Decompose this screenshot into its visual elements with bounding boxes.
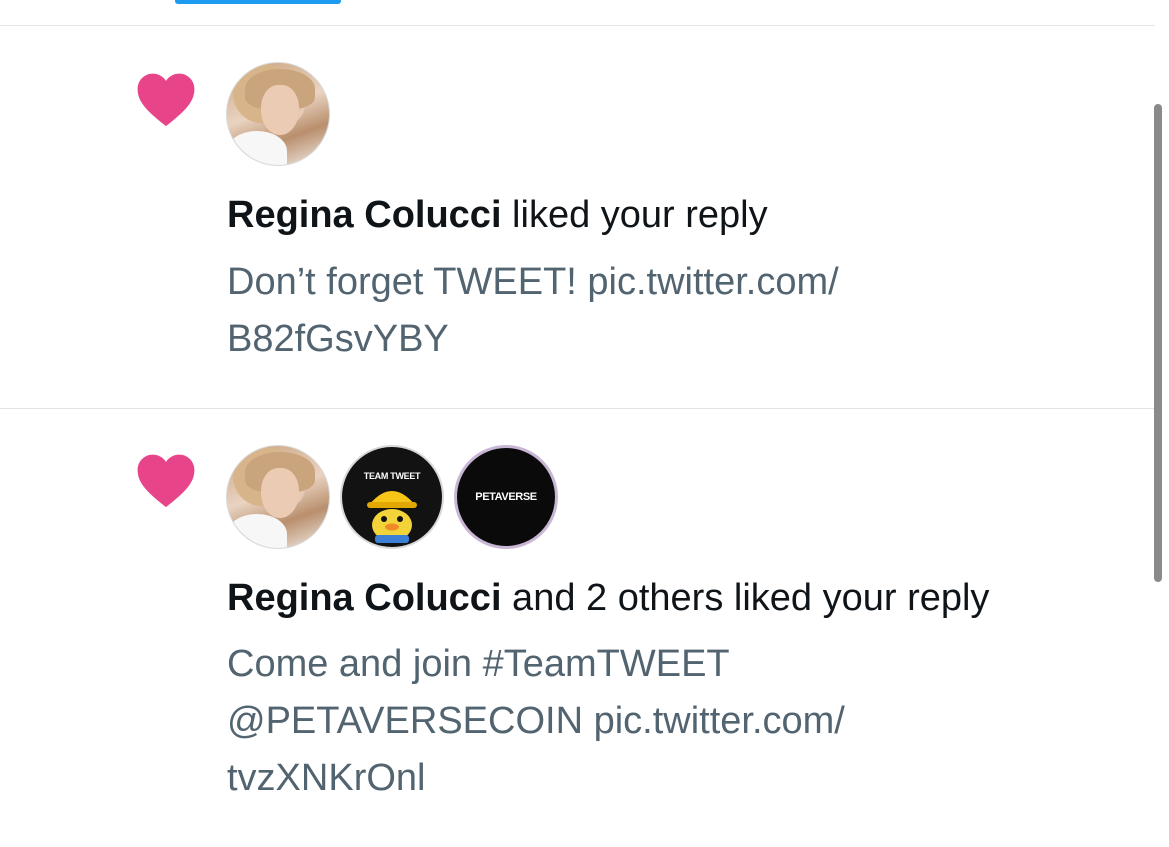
reply-text: Come and join #TeamTWEET @PETAVERSECOIN … bbox=[227, 636, 1127, 807]
regina-colucci-avatar[interactable] bbox=[226, 62, 330, 166]
action-text: and 2 others liked your reply bbox=[501, 577, 990, 619]
action-text: liked your reply bbox=[501, 194, 768, 236]
team-tweet-avatar[interactable]: TEAM TWEET bbox=[340, 445, 444, 549]
reply-text: Don’t forget TWEET! pic.twitter.com/ B82… bbox=[227, 254, 1127, 368]
reply-text-line: tvzXNKrOnl bbox=[227, 757, 426, 799]
notification-headline: Regina Colucci liked your reply bbox=[227, 192, 768, 238]
notification-headline: Regina Colucci and 2 others liked your r… bbox=[227, 575, 989, 621]
reply-text-line: @PETAVERSECOIN pic.twitter.com/ bbox=[227, 700, 845, 742]
petaverse-avatar[interactable]: PETAVERSE bbox=[454, 445, 558, 549]
notifications-page: Regina Colucci liked your reply Don’t fo… bbox=[0, 0, 1169, 847]
notification-item[interactable]: TEAM TWEET PETAVERSE Regina Colucci and … bbox=[0, 409, 1155, 847]
avatar-group: TEAM TWEET PETAVERSE bbox=[226, 445, 558, 549]
scrollbar-thumb[interactable] bbox=[1154, 104, 1162, 582]
active-tab-indicator bbox=[175, 0, 341, 4]
actor-name[interactable]: Regina Colucci bbox=[227, 194, 502, 236]
regina-colucci-avatar[interactable] bbox=[226, 445, 330, 549]
reply-text-line: Come and join #TeamTWEET bbox=[227, 643, 730, 685]
reply-text-line: Don’t forget TWEET! pic.twitter.com/ bbox=[227, 261, 839, 303]
avatar-group bbox=[226, 62, 330, 166]
reply-text-line: B82fGsvYBY bbox=[227, 318, 449, 360]
notification-item[interactable]: Regina Colucci liked your reply Don’t fo… bbox=[0, 26, 1155, 408]
actor-name[interactable]: Regina Colucci bbox=[227, 577, 502, 619]
heart-icon bbox=[137, 454, 195, 508]
petaverse-logo-text: PETAVERSE bbox=[475, 491, 537, 503]
heart-icon bbox=[137, 73, 195, 127]
duck-icon bbox=[367, 491, 417, 543]
